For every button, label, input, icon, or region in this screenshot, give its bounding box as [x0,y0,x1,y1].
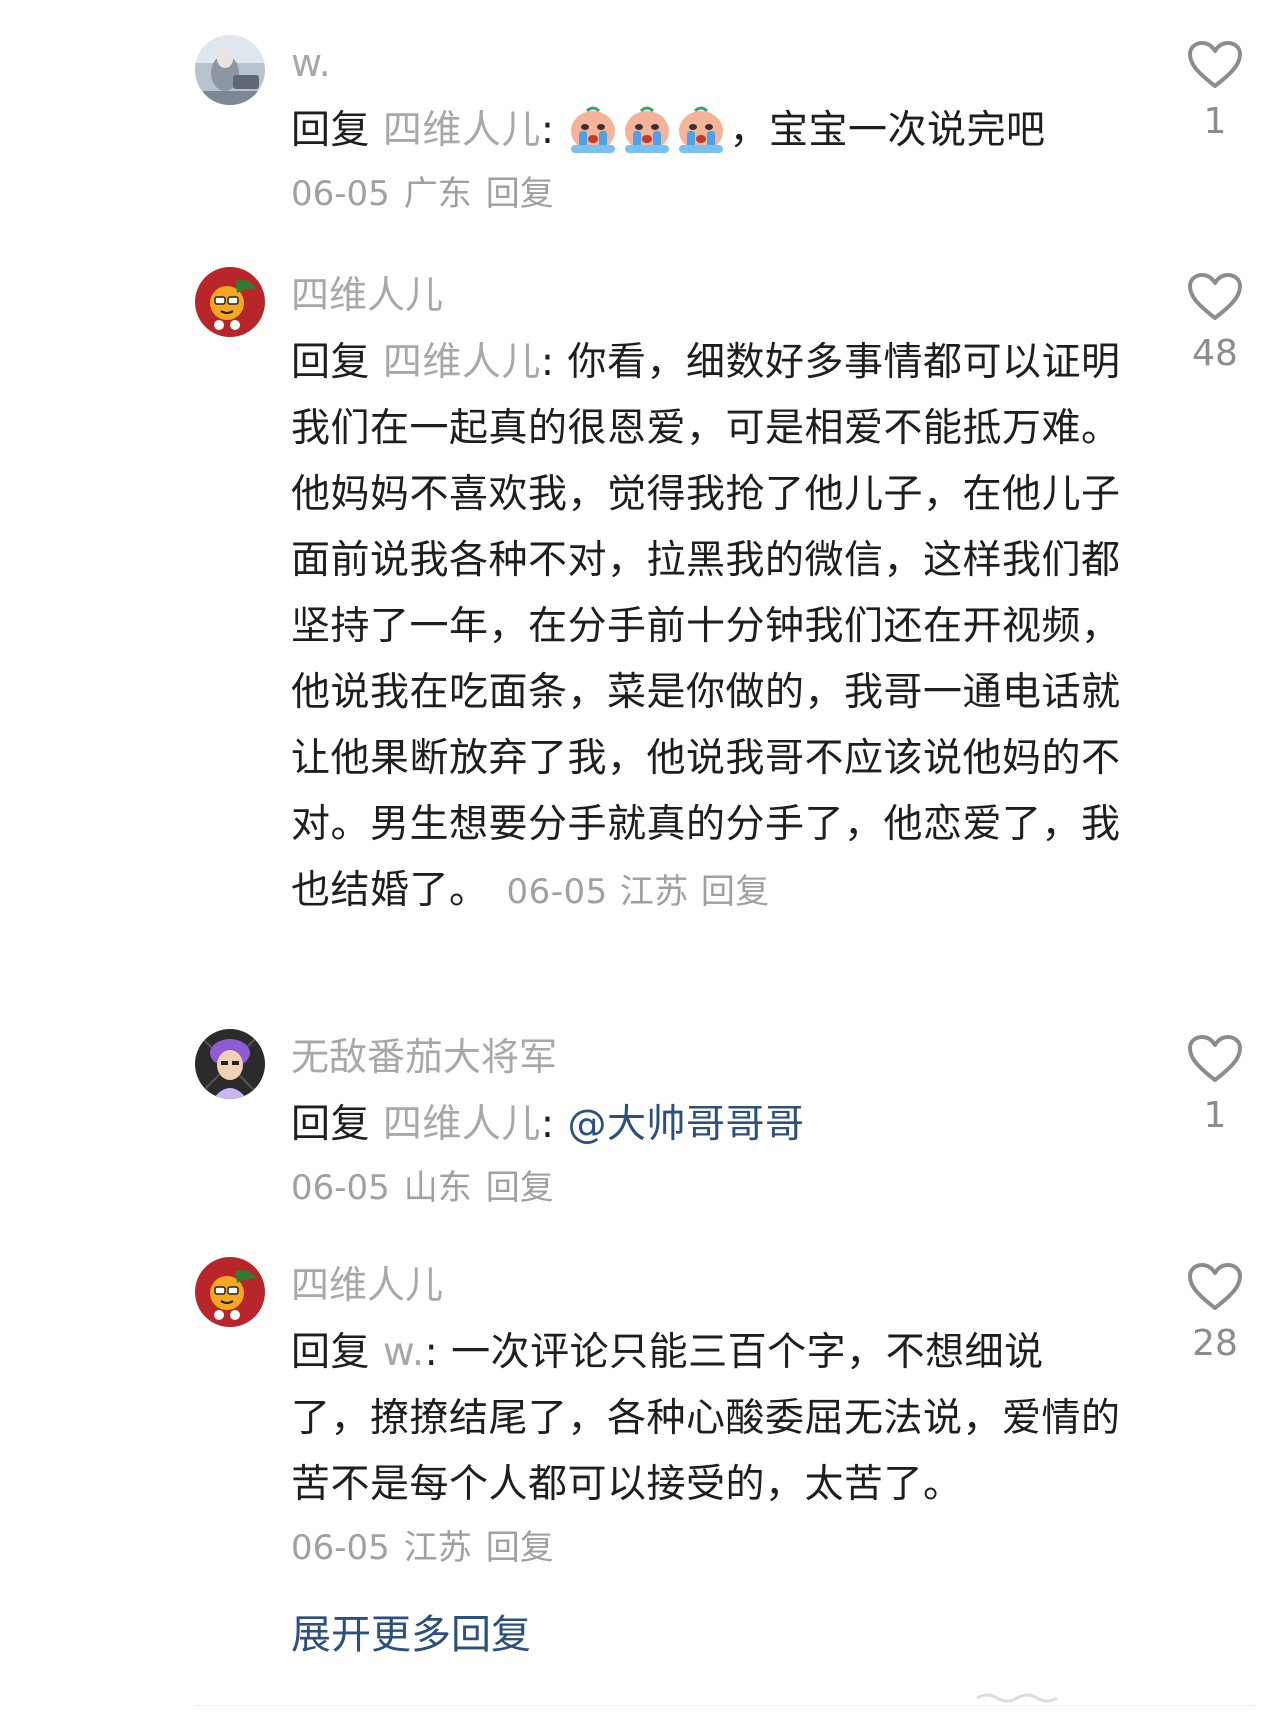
reply-prefix: 回复 [291,1330,383,1375]
like-button[interactable]: 48 [1180,272,1250,376]
reply-prefix: 回复 [291,1102,383,1147]
comment-text: 回复 w.: 一次评论只能三百个字，不想细说了，撩撩结尾了，各种心酸委屈无法说，… [291,1320,1121,1518]
expand-more-replies-button[interactable]: 展开更多回复 [291,1610,531,1660]
comment-date: 06-05 [291,174,390,214]
comment-location: 江苏 [619,872,689,912]
comment-text: 回复 四维人儿: 你看，细数好多事情都可以证明我们在一起真的很恩爱，可是相爱不能… [291,330,1121,925]
mention-link[interactable]: @大帅哥哥哥 [567,1102,804,1147]
crying-emoji-icon [679,106,724,153]
emoji-group [567,95,729,161]
comment-meta: 06-05 广东 回复 [291,172,1121,216]
reply-button[interactable]: 回复 [486,1168,554,1208]
comment-location: 江苏 [403,1528,472,1568]
comment-text: 回复 四维人儿: @大帅哥哥哥 [291,1092,1121,1158]
comment-meta: 06-05 江苏 回复 [507,872,782,912]
reply-target-username[interactable]: 四维人儿 [383,340,541,385]
username[interactable]: 无敌番茄大将军 [291,1034,1121,1080]
crying-emoji-icon [571,106,616,153]
comment-body: 你看，细数好多事情都可以证明我们在一起真的很恩爱，可是相爱不能抵万难。他妈妈不喜… [291,340,1121,913]
reply-separator: : [540,340,568,385]
avatar-cartoon-icon [195,1029,265,1099]
comment-meta: 06-05 山东 回复 [291,1166,1121,1210]
username[interactable]: 四维人儿 [291,1262,1121,1308]
reply-prefix: 回复 [291,340,383,385]
heart-icon [1188,273,1242,320]
username[interactable]: 四维人儿 [291,272,1121,318]
reply-target-username[interactable]: w. [383,1330,425,1375]
like-count: 1 [1203,1095,1227,1136]
watermark-icon [976,1693,1058,1703]
like-count: 48 [1192,333,1238,374]
reply-button[interactable]: 回复 [701,872,770,912]
reply-target-username[interactable]: 四维人儿 [383,1102,541,1147]
like-count: 1 [1203,101,1227,142]
avatar-cartoon-icon [195,1257,265,1327]
reply-target-username[interactable]: 四维人儿 [383,108,541,153]
heart-icon [1188,1263,1242,1310]
reply-prefix: 回复 [291,108,383,153]
reply-button[interactable]: 回复 [486,174,554,214]
comment-text: 回复 四维人儿: ，宝宝一次说完吧 [291,98,1121,164]
comment-location: 广东 [403,174,472,214]
like-count: 28 [1192,1323,1238,1364]
divider [195,1705,1255,1706]
avatar[interactable] [195,1029,265,1099]
heart-icon [1188,1035,1242,1082]
username[interactable]: w. [291,40,1121,86]
heart-icon [1188,41,1242,88]
reply-separator: : [540,108,568,153]
comment-meta: 06-05 江苏 回复 [291,1526,1121,1570]
comment-date: 06-05 [291,1528,390,1568]
comment-date: 06-05 [506,872,608,912]
avatar-cartoon-icon [195,267,265,337]
avatar[interactable] [195,1257,265,1327]
avatar[interactable] [195,267,265,337]
avatar[interactable] [195,35,265,105]
like-button[interactable]: 28 [1180,1262,1250,1366]
comment-date: 06-05 [291,1168,390,1208]
reply-button[interactable]: 回复 [486,1528,554,1568]
like-button[interactable]: 1 [1180,40,1250,144]
avatar-photo-icon [195,35,265,105]
reply-separator: : [540,1102,568,1147]
like-button[interactable]: 1 [1180,1034,1250,1138]
comment-body: ，宝宝一次说完吧 [729,108,1046,153]
crying-emoji-icon [625,106,670,153]
comment-location: 山东 [403,1168,472,1208]
reply-separator: : [424,1330,452,1375]
